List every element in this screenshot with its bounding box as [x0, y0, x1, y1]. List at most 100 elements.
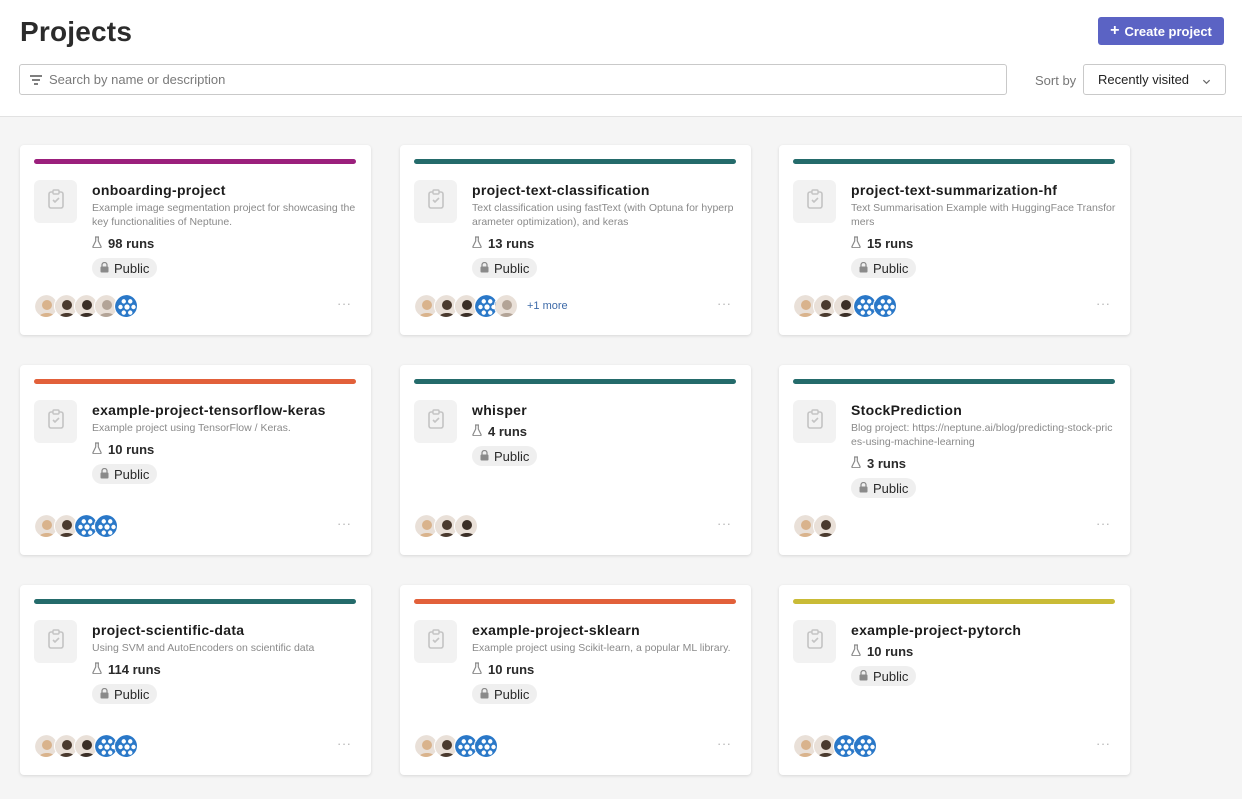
flask-icon	[92, 441, 102, 457]
project-info: example-project-tensorflow-keras Example …	[92, 402, 357, 484]
flask-icon	[472, 235, 482, 251]
more-options-icon[interactable]: ···	[1096, 737, 1111, 750]
project-info: project-text-classification Text classifi…	[472, 182, 737, 278]
visibility-label: Public	[494, 686, 530, 702]
more-options-icon[interactable]: ···	[337, 517, 352, 530]
members-avatars	[793, 734, 877, 758]
runs-label: 4 runs	[488, 423, 528, 439]
runs-count: 10 runs	[92, 439, 357, 459]
avatar[interactable]	[873, 294, 897, 318]
project-name[interactable]: example-project-pytorch	[851, 622, 1116, 638]
project-card[interactable]: project-text-classification Text classifi…	[400, 145, 751, 335]
runs-count: 15 runs	[851, 233, 1116, 253]
runs-count: 98 runs	[92, 233, 357, 253]
runs-label: 114 runs	[108, 661, 161, 677]
page-title: Projects	[20, 16, 133, 47]
visibility-badge: Public	[92, 258, 158, 278]
project-card[interactable]: project-text-summarization-hf Text Summar…	[779, 145, 1130, 335]
visibility-badge: Public	[851, 478, 917, 498]
flask-icon	[472, 423, 482, 439]
project-info: StockPrediction Blog project: https://nep…	[851, 402, 1116, 498]
project-card[interactable]: StockPrediction Blog project: https://nep…	[779, 365, 1130, 555]
project-info: example-project-pytorch 10 runs Public	[851, 622, 1116, 686]
avatar[interactable]	[853, 734, 877, 758]
project-card[interactable]: whisper 4 runs Public ···	[400, 365, 751, 555]
more-options-icon[interactable]: ···	[717, 737, 732, 750]
visibility-badge: Public	[851, 258, 917, 278]
avatar[interactable]	[474, 734, 498, 758]
project-name[interactable]: whisper	[472, 402, 737, 418]
flask-icon	[851, 455, 861, 471]
project-color-bar	[34, 379, 356, 384]
project-color-bar	[414, 599, 736, 604]
avatar[interactable]	[454, 514, 478, 538]
more-options-icon[interactable]: ···	[337, 297, 352, 310]
clipboard-icon	[427, 629, 445, 654]
visibility-label: Public	[873, 260, 909, 276]
runs-label: 10 runs	[488, 661, 535, 677]
project-card[interactable]: onboarding-project Example image segmenta…	[20, 145, 371, 335]
avatar[interactable]	[494, 294, 518, 318]
clipboard-icon	[806, 409, 824, 434]
project-color-bar	[793, 159, 1115, 164]
project-name[interactable]: project-text-summarization-hf	[851, 182, 1116, 198]
project-color-bar	[793, 599, 1115, 604]
visibility-label: Public	[494, 448, 530, 464]
clipboard-icon	[806, 189, 824, 214]
lock-icon	[100, 467, 109, 482]
more-options-icon[interactable]: ···	[337, 737, 352, 750]
project-color-bar	[414, 159, 736, 164]
members-avatars	[414, 514, 478, 538]
project-name[interactable]: example-project-tensorflow-keras	[92, 402, 357, 418]
project-icon-tile	[414, 180, 457, 223]
lock-icon	[859, 481, 868, 496]
sort-select[interactable]: Recently visited	[1083, 64, 1226, 95]
runs-count: 10 runs	[851, 641, 1116, 661]
members-avatars	[34, 294, 138, 318]
filter-icon[interactable]	[20, 74, 48, 85]
project-name[interactable]: example-project-sklearn	[472, 622, 737, 638]
visibility-label: Public	[114, 686, 150, 702]
project-info: example-project-sklearn Example project u…	[472, 622, 737, 704]
visibility-badge: Public	[92, 464, 158, 484]
visibility-badge: Public	[472, 446, 538, 466]
project-description: Text classification using fastText (with…	[472, 202, 734, 228]
clipboard-icon	[47, 629, 65, 654]
project-card[interactable]: example-project-pytorch 10 runs Public ···	[779, 585, 1130, 775]
more-options-icon[interactable]: ···	[1096, 297, 1111, 310]
project-card[interactable]: project-scientific-data Using SVM and Aut…	[20, 585, 371, 775]
project-info: project-scientific-data Using SVM and Aut…	[92, 622, 357, 704]
runs-label: 3 runs	[867, 455, 907, 471]
project-description: Text Summarisation Example with HuggingF…	[851, 202, 1116, 228]
more-members-link[interactable]: +1 more	[527, 300, 568, 312]
avatar[interactable]	[114, 294, 138, 318]
clipboard-icon	[427, 189, 445, 214]
lock-icon	[100, 687, 109, 702]
more-options-icon[interactable]: ···	[1096, 517, 1111, 530]
project-name[interactable]: StockPrediction	[851, 402, 1116, 418]
create-project-button[interactable]: + Create project	[1098, 17, 1224, 45]
lock-icon	[859, 261, 868, 276]
project-name[interactable]: onboarding-project	[92, 182, 357, 198]
more-options-icon[interactable]: ···	[717, 517, 732, 530]
avatar[interactable]	[813, 514, 837, 538]
project-card[interactable]: example-project-sklearn Example project u…	[400, 585, 751, 775]
search-box[interactable]	[19, 64, 1007, 95]
lock-icon	[859, 669, 868, 684]
project-name[interactable]: project-text-classification	[472, 182, 737, 198]
more-options-icon[interactable]: ···	[717, 297, 732, 310]
members-avatars	[34, 514, 118, 538]
visibility-label: Public	[873, 668, 909, 684]
clipboard-icon	[47, 409, 65, 434]
project-color-bar	[414, 379, 736, 384]
avatar[interactable]	[114, 734, 138, 758]
lock-icon	[480, 449, 489, 464]
runs-count: 114 runs	[92, 659, 357, 679]
runs-count: 10 runs	[472, 659, 737, 679]
avatar[interactable]	[94, 514, 118, 538]
members-avatars: +1 more	[414, 294, 568, 318]
project-name[interactable]: project-scientific-data	[92, 622, 357, 638]
search-input[interactable]	[48, 65, 1006, 94]
visibility-label: Public	[114, 466, 150, 482]
project-card[interactable]: example-project-tensorflow-keras Example …	[20, 365, 371, 555]
